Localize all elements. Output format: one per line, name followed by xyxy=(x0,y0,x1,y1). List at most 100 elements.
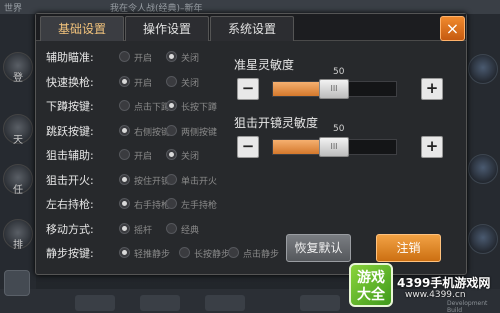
radio-option-label[interactable]: 左手持枪 xyxy=(181,198,217,211)
right-menu-panel xyxy=(466,14,500,289)
radio-button[interactable] xyxy=(166,174,177,185)
restore-defaults-button[interactable]: 恢复默认 xyxy=(286,234,351,262)
tab-system-settings[interactable]: 系统设置 xyxy=(210,16,294,41)
tab-label: 系统设置 xyxy=(227,22,276,36)
setting-label: 左右持枪: xyxy=(46,198,94,211)
close-icon: × xyxy=(445,19,460,38)
grip-icon: III xyxy=(330,142,338,151)
close-button[interactable]: × xyxy=(440,16,465,41)
radio-button[interactable] xyxy=(166,51,177,62)
tab-basic-settings[interactable]: 基础设置 xyxy=(40,16,124,41)
grip-icon: III xyxy=(330,84,338,93)
menu-icon[interactable] xyxy=(468,154,498,184)
radio-button[interactable] xyxy=(179,247,190,258)
radio-option-label[interactable]: 两侧按键 xyxy=(181,125,217,138)
left-menu-label: 天 xyxy=(13,135,23,146)
left-menu-panel: 登 天 任 排 xyxy=(0,14,36,289)
restore-defaults-label: 恢复默认 xyxy=(294,241,343,255)
radio-button[interactable] xyxy=(166,223,177,234)
setting-label: 狙击开火: xyxy=(46,174,94,187)
logout-label: 注销 xyxy=(396,241,421,255)
setting-label: 辅助瞄准: xyxy=(46,51,94,64)
radio-button[interactable] xyxy=(119,76,130,87)
bottom-bar-button[interactable] xyxy=(75,295,115,311)
bottom-bar-button[interactable] xyxy=(205,295,245,311)
radio-option-label[interactable]: 单击开火 xyxy=(181,174,217,187)
top-chat-strip: 世界 我在令人战(经典)–新年 xyxy=(0,0,500,14)
bottom-bar-button[interactable] xyxy=(140,295,180,311)
settings-dialog: 基础设置 操作设置 系统设置 × 辅助瞄准: 开启 关闭 快速换枪: 开启 关闭 下蹲按键:… xyxy=(35,13,467,275)
radio-button[interactable] xyxy=(119,174,130,185)
setting-label: 跳跃按键: xyxy=(46,125,94,138)
tab-operation-settings[interactable]: 操作设置 xyxy=(125,16,209,41)
crosshair-sensitivity-slider[interactable]: III xyxy=(272,79,397,99)
radio-button[interactable] xyxy=(119,51,130,62)
tab-bar: 基础设置 操作设置 系统设置 × xyxy=(36,14,466,41)
slider-fill xyxy=(273,140,322,154)
radio-button[interactable] xyxy=(166,100,177,111)
radio-option-label[interactable]: 长按静步 xyxy=(194,247,230,260)
radio-button[interactable] xyxy=(166,149,177,160)
radio-option-label[interactable]: 长按下蹲 xyxy=(181,100,217,113)
radio-option-label[interactable]: 开启 xyxy=(134,51,152,64)
dev-build-label: Development Build xyxy=(447,300,488,313)
radio-button[interactable] xyxy=(166,125,177,136)
chat-channel: 世界 xyxy=(4,4,23,14)
setting-label: 狙击辅助: xyxy=(46,149,94,162)
radio-option-label[interactable]: 关闭 xyxy=(181,149,199,162)
radio-option-label[interactable]: 经典 xyxy=(181,223,199,236)
radio-button[interactable] xyxy=(119,125,130,136)
watermark-url: www.4399.cn xyxy=(405,290,466,300)
slider-thumb[interactable]: III xyxy=(319,137,349,157)
plus-icon: + xyxy=(425,137,439,155)
sniper-scope-sensitivity-slider[interactable]: III xyxy=(272,137,397,157)
radio-button[interactable] xyxy=(166,198,177,209)
minus-icon: − xyxy=(241,79,255,97)
radio-option-label[interactable]: 关闭 xyxy=(181,76,199,89)
radio-option-label[interactable]: 开启 xyxy=(134,76,152,89)
radio-button[interactable] xyxy=(228,247,239,258)
radio-button[interactable] xyxy=(119,149,130,160)
radio-button[interactable] xyxy=(119,198,130,209)
logout-button[interactable]: 注销 xyxy=(376,234,441,262)
radio-button[interactable] xyxy=(119,223,130,234)
setting-label: 下蹲按键: xyxy=(46,100,94,113)
setting-label: 移动方式: xyxy=(46,223,94,236)
tab-label: 操作设置 xyxy=(142,22,191,36)
menu-icon[interactable] xyxy=(468,224,498,254)
radio-option-label[interactable]: 按住开镜 xyxy=(134,174,170,187)
plus-icon: + xyxy=(425,79,439,97)
sniper-scope-sensitivity-minus-button[interactable]: − xyxy=(237,136,259,158)
radio-option-label[interactable]: 点击下蹲 xyxy=(134,100,170,113)
crosshair-sensitivity-minus-button[interactable]: − xyxy=(237,78,259,100)
radio-option-label[interactable]: 点击静步 xyxy=(243,247,279,260)
radio-option-label[interactable]: 关闭 xyxy=(181,51,199,64)
left-menu-label: 排 xyxy=(13,240,23,251)
radio-option-label[interactable]: 开启 xyxy=(134,149,152,162)
radio-option-label[interactable]: 摇杆 xyxy=(134,223,152,236)
tab-label: 基础设置 xyxy=(57,22,106,36)
setting-label: 快速换枪: xyxy=(46,76,94,89)
slider-thumb[interactable]: III xyxy=(319,79,349,99)
radio-option-label[interactable]: 右手持枪 xyxy=(134,198,170,211)
sniper-scope-sensitivity-value: 50 xyxy=(333,124,345,134)
radio-option-label[interactable]: 轻推静步 xyxy=(134,247,170,260)
left-menu-label: 登 xyxy=(13,73,23,84)
bottom-bar-button[interactable] xyxy=(300,295,340,311)
sniper-scope-sensitivity-title: 狙击开镜灵敏度 xyxy=(234,116,319,130)
left-menu-label: 任 xyxy=(13,185,23,196)
minus-icon: − xyxy=(241,137,255,155)
menu-icon[interactable] xyxy=(468,54,498,84)
sniper-scope-sensitivity-plus-button[interactable]: + xyxy=(421,136,443,158)
home-icon[interactable] xyxy=(4,270,30,296)
radio-button[interactable] xyxy=(119,247,130,258)
radio-option-label[interactable]: 右侧按键 xyxy=(134,125,170,138)
crosshair-sensitivity-plus-button[interactable]: + xyxy=(421,78,443,100)
crosshair-sensitivity-title: 准星灵敏度 xyxy=(234,58,295,72)
setting-label: 静步按键: xyxy=(46,247,94,260)
radio-button[interactable] xyxy=(166,76,177,87)
watermark-title: 4399手机游戏网 xyxy=(397,276,491,290)
radio-button[interactable] xyxy=(119,100,130,111)
crosshair-sensitivity-value: 50 xyxy=(333,67,345,77)
watermark-logo-text-bottom: 大全 xyxy=(357,287,385,303)
